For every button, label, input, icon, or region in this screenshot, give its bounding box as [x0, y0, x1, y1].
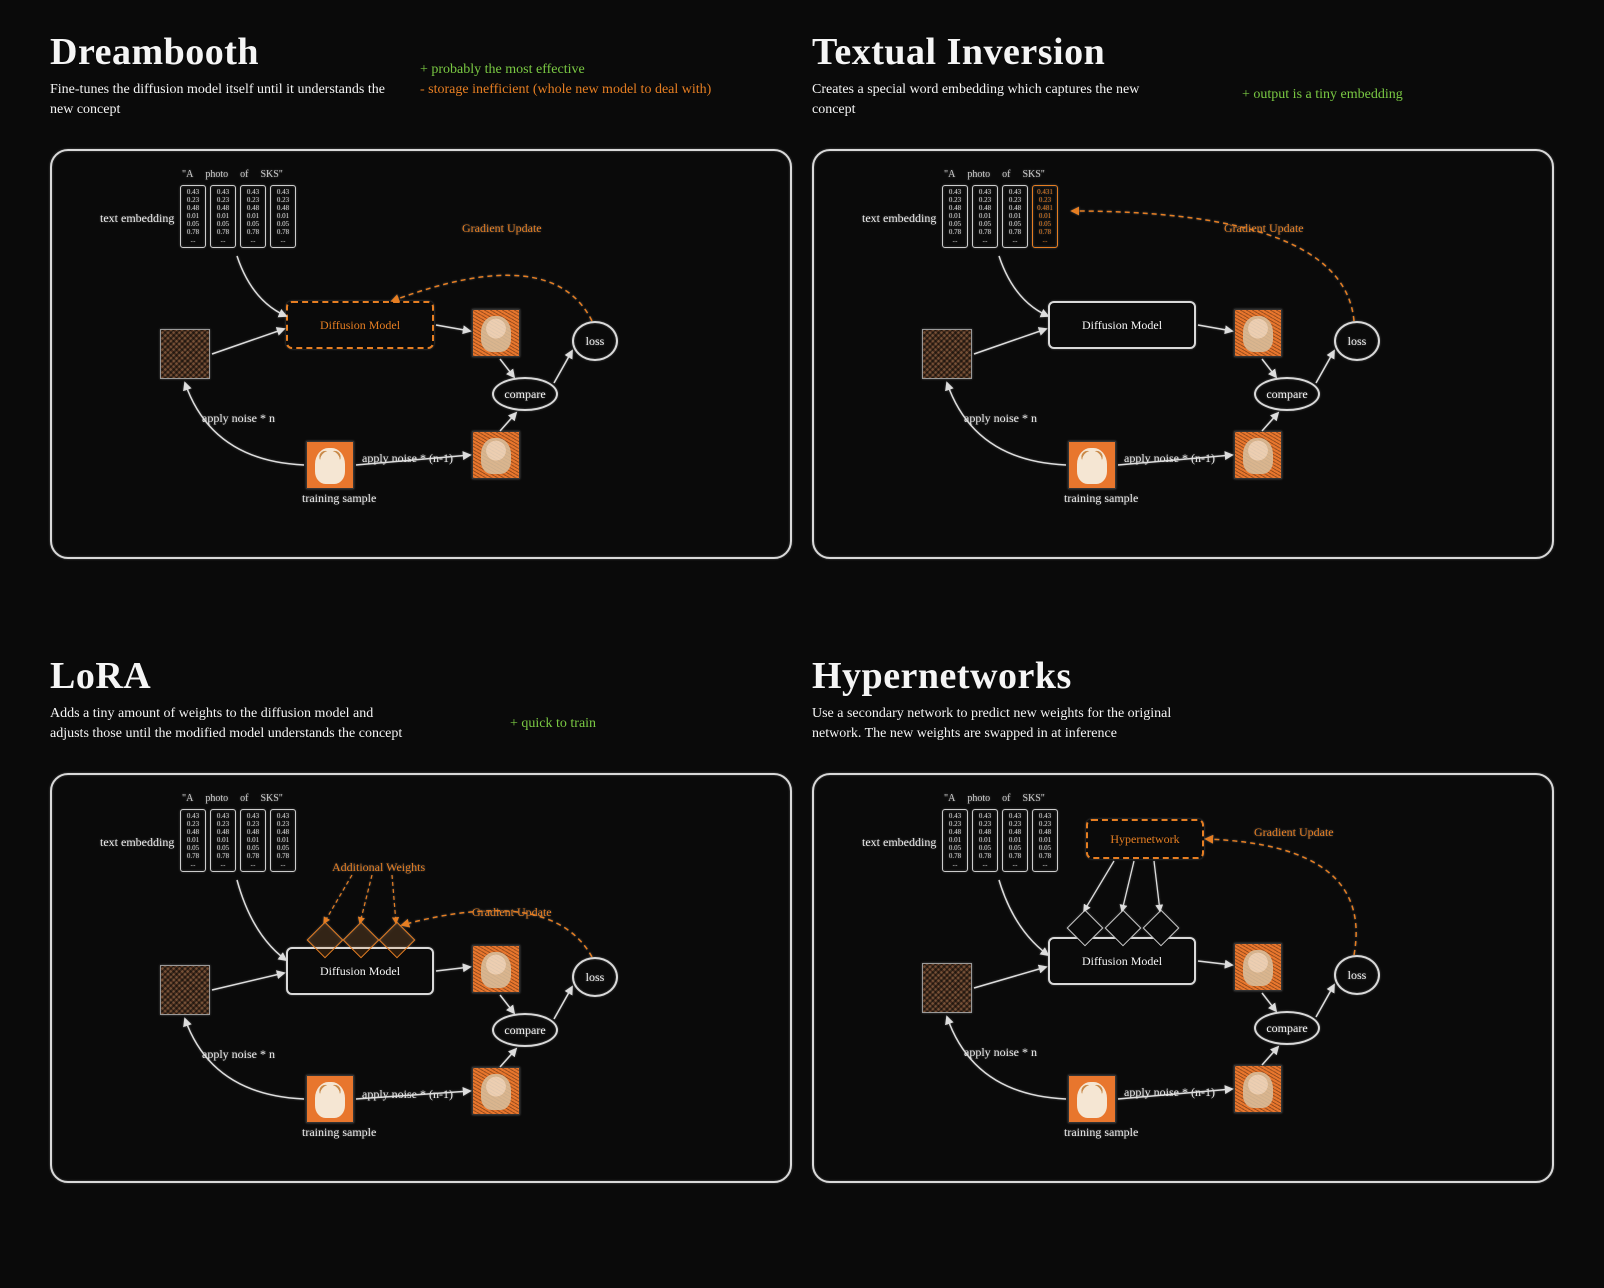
desc-lora: Adds a tiny amount of weights to the dif…: [50, 704, 410, 743]
frame-dreambooth: "A photo of SKS" text embedding 0.430.23…: [50, 149, 792, 559]
training-sample-img: [1068, 441, 1116, 489]
trained-embedding-col: 0.4310.230.4810.010.050.78...: [1032, 185, 1058, 247]
frame-lora: "A photo of SKS" text embedding 0.430.23…: [50, 773, 792, 1183]
loss-node: loss: [1334, 321, 1380, 361]
pro-lora: + quick to train: [510, 714, 596, 734]
title-lora: LoRA: [50, 654, 792, 698]
prompt-words: "A photo of SKS": [944, 169, 1045, 180]
additional-weights-label: Additional Weights: [332, 860, 425, 875]
gradient-update-label: Gradient Update: [1254, 825, 1334, 840]
desc-hn: Use a secondary network to predict new w…: [812, 704, 1172, 743]
pro-dreambooth: + probably the most effective: [420, 60, 711, 80]
desc-ti: Creates a special word embedding which c…: [812, 80, 1172, 119]
embed-label: text embedding: [100, 835, 174, 850]
embed-columns: 0.430.230.480.010.050.78... 0.430.230.48…: [942, 185, 1058, 247]
loss-node: loss: [1334, 955, 1380, 995]
apply-noise-n1: apply noise * (n-1): [362, 1087, 453, 1102]
pros-ti: + output is a tiny embedding: [1242, 85, 1403, 105]
embed-columns: 0.430.230.480.010.050.78... 0.430.230.48…: [942, 809, 1058, 871]
training-sample-label: training sample: [302, 491, 376, 506]
training-sample-img: [306, 441, 354, 489]
noise-image: [922, 963, 972, 1013]
diffusion-model-box: Diffusion Model: [286, 301, 434, 349]
apply-noise-n1: apply noise * (n-1): [362, 451, 453, 466]
desc-dreambooth: Fine-tunes the diffusion model itself un…: [50, 80, 410, 119]
compare-node: compare: [492, 1013, 558, 1047]
noise-image: [922, 329, 972, 379]
training-sample-img: [306, 1075, 354, 1123]
panel-textual-inversion: Textual Inversion Creates a special word…: [812, 30, 1554, 634]
pros-dreambooth: + probably the most effective - storage …: [420, 60, 711, 99]
output-noisy-img: [1234, 943, 1282, 991]
output-noisy-img: [472, 309, 520, 357]
loss-node: loss: [572, 957, 618, 997]
compare-node: compare: [492, 377, 558, 411]
frame-ti: "A photo of SKS" text embedding 0.430.23…: [812, 149, 1554, 559]
training-sample-label: training sample: [302, 1125, 376, 1140]
target-noisy-img: [1234, 1065, 1282, 1113]
gradient-update-label: Gradient Update: [1224, 221, 1304, 236]
embed-label: text embedding: [100, 211, 174, 226]
output-noisy-img: [472, 945, 520, 993]
diffusion-model-box: Diffusion Model: [1048, 301, 1196, 349]
apply-noise-n: apply noise * n: [202, 411, 275, 426]
pro-ti: + output is a tiny embedding: [1242, 85, 1403, 105]
training-sample-label: training sample: [1064, 491, 1138, 506]
noise-image: [160, 965, 210, 1015]
panel-dreambooth: Dreambooth Fine-tunes the diffusion mode…: [50, 30, 792, 634]
prompt-words: "A photo of SKS": [182, 793, 283, 804]
panel-lora: LoRA Adds a tiny amount of weights to th…: [50, 654, 792, 1258]
training-sample-img: [1068, 1075, 1116, 1123]
compare-node: compare: [1254, 377, 1320, 411]
apply-noise-n1: apply noise * (n-1): [1124, 451, 1215, 466]
embed-columns: 0.430.230.480.010.050.78... 0.430.230.48…: [180, 809, 296, 871]
title-hn: Hypernetworks: [812, 654, 1554, 698]
noise-image: [160, 329, 210, 379]
apply-noise-n1: apply noise * (n-1): [1124, 1085, 1215, 1100]
compare-node: compare: [1254, 1011, 1320, 1045]
apply-noise-n: apply noise * n: [202, 1047, 275, 1062]
training-sample-label: training sample: [1064, 1125, 1138, 1140]
con-dreambooth: - storage inefficient (whole new model t…: [420, 80, 711, 100]
target-noisy-img: [472, 1067, 520, 1115]
embed-label: text embedding: [862, 835, 936, 850]
target-noisy-img: [472, 431, 520, 479]
embed-columns: 0.430.230.480.010.050.78... 0.430.230.48…: [180, 185, 296, 247]
target-noisy-img: [1234, 431, 1282, 479]
prompt-words: "A photo of SKS": [182, 169, 283, 180]
loss-node: loss: [572, 321, 618, 361]
output-noisy-img: [1234, 309, 1282, 357]
apply-noise-n: apply noise * n: [964, 1045, 1037, 1060]
apply-noise-n: apply noise * n: [964, 411, 1037, 426]
gradient-update-label: Gradient Update: [472, 905, 552, 920]
embed-label: text embedding: [862, 211, 936, 226]
title-ti: Textual Inversion: [812, 30, 1554, 74]
panel-hypernetworks: Hypernetworks Use a secondary network to…: [812, 654, 1554, 1258]
gradient-update-label: Gradient Update: [462, 221, 542, 236]
hypernetwork-box: Hypernetwork: [1086, 819, 1204, 859]
prompt-words: "A photo of SKS": [944, 793, 1045, 804]
frame-hn: "A photo of SKS" text embedding 0.430.23…: [812, 773, 1554, 1183]
pros-lora: + quick to train: [510, 714, 596, 734]
